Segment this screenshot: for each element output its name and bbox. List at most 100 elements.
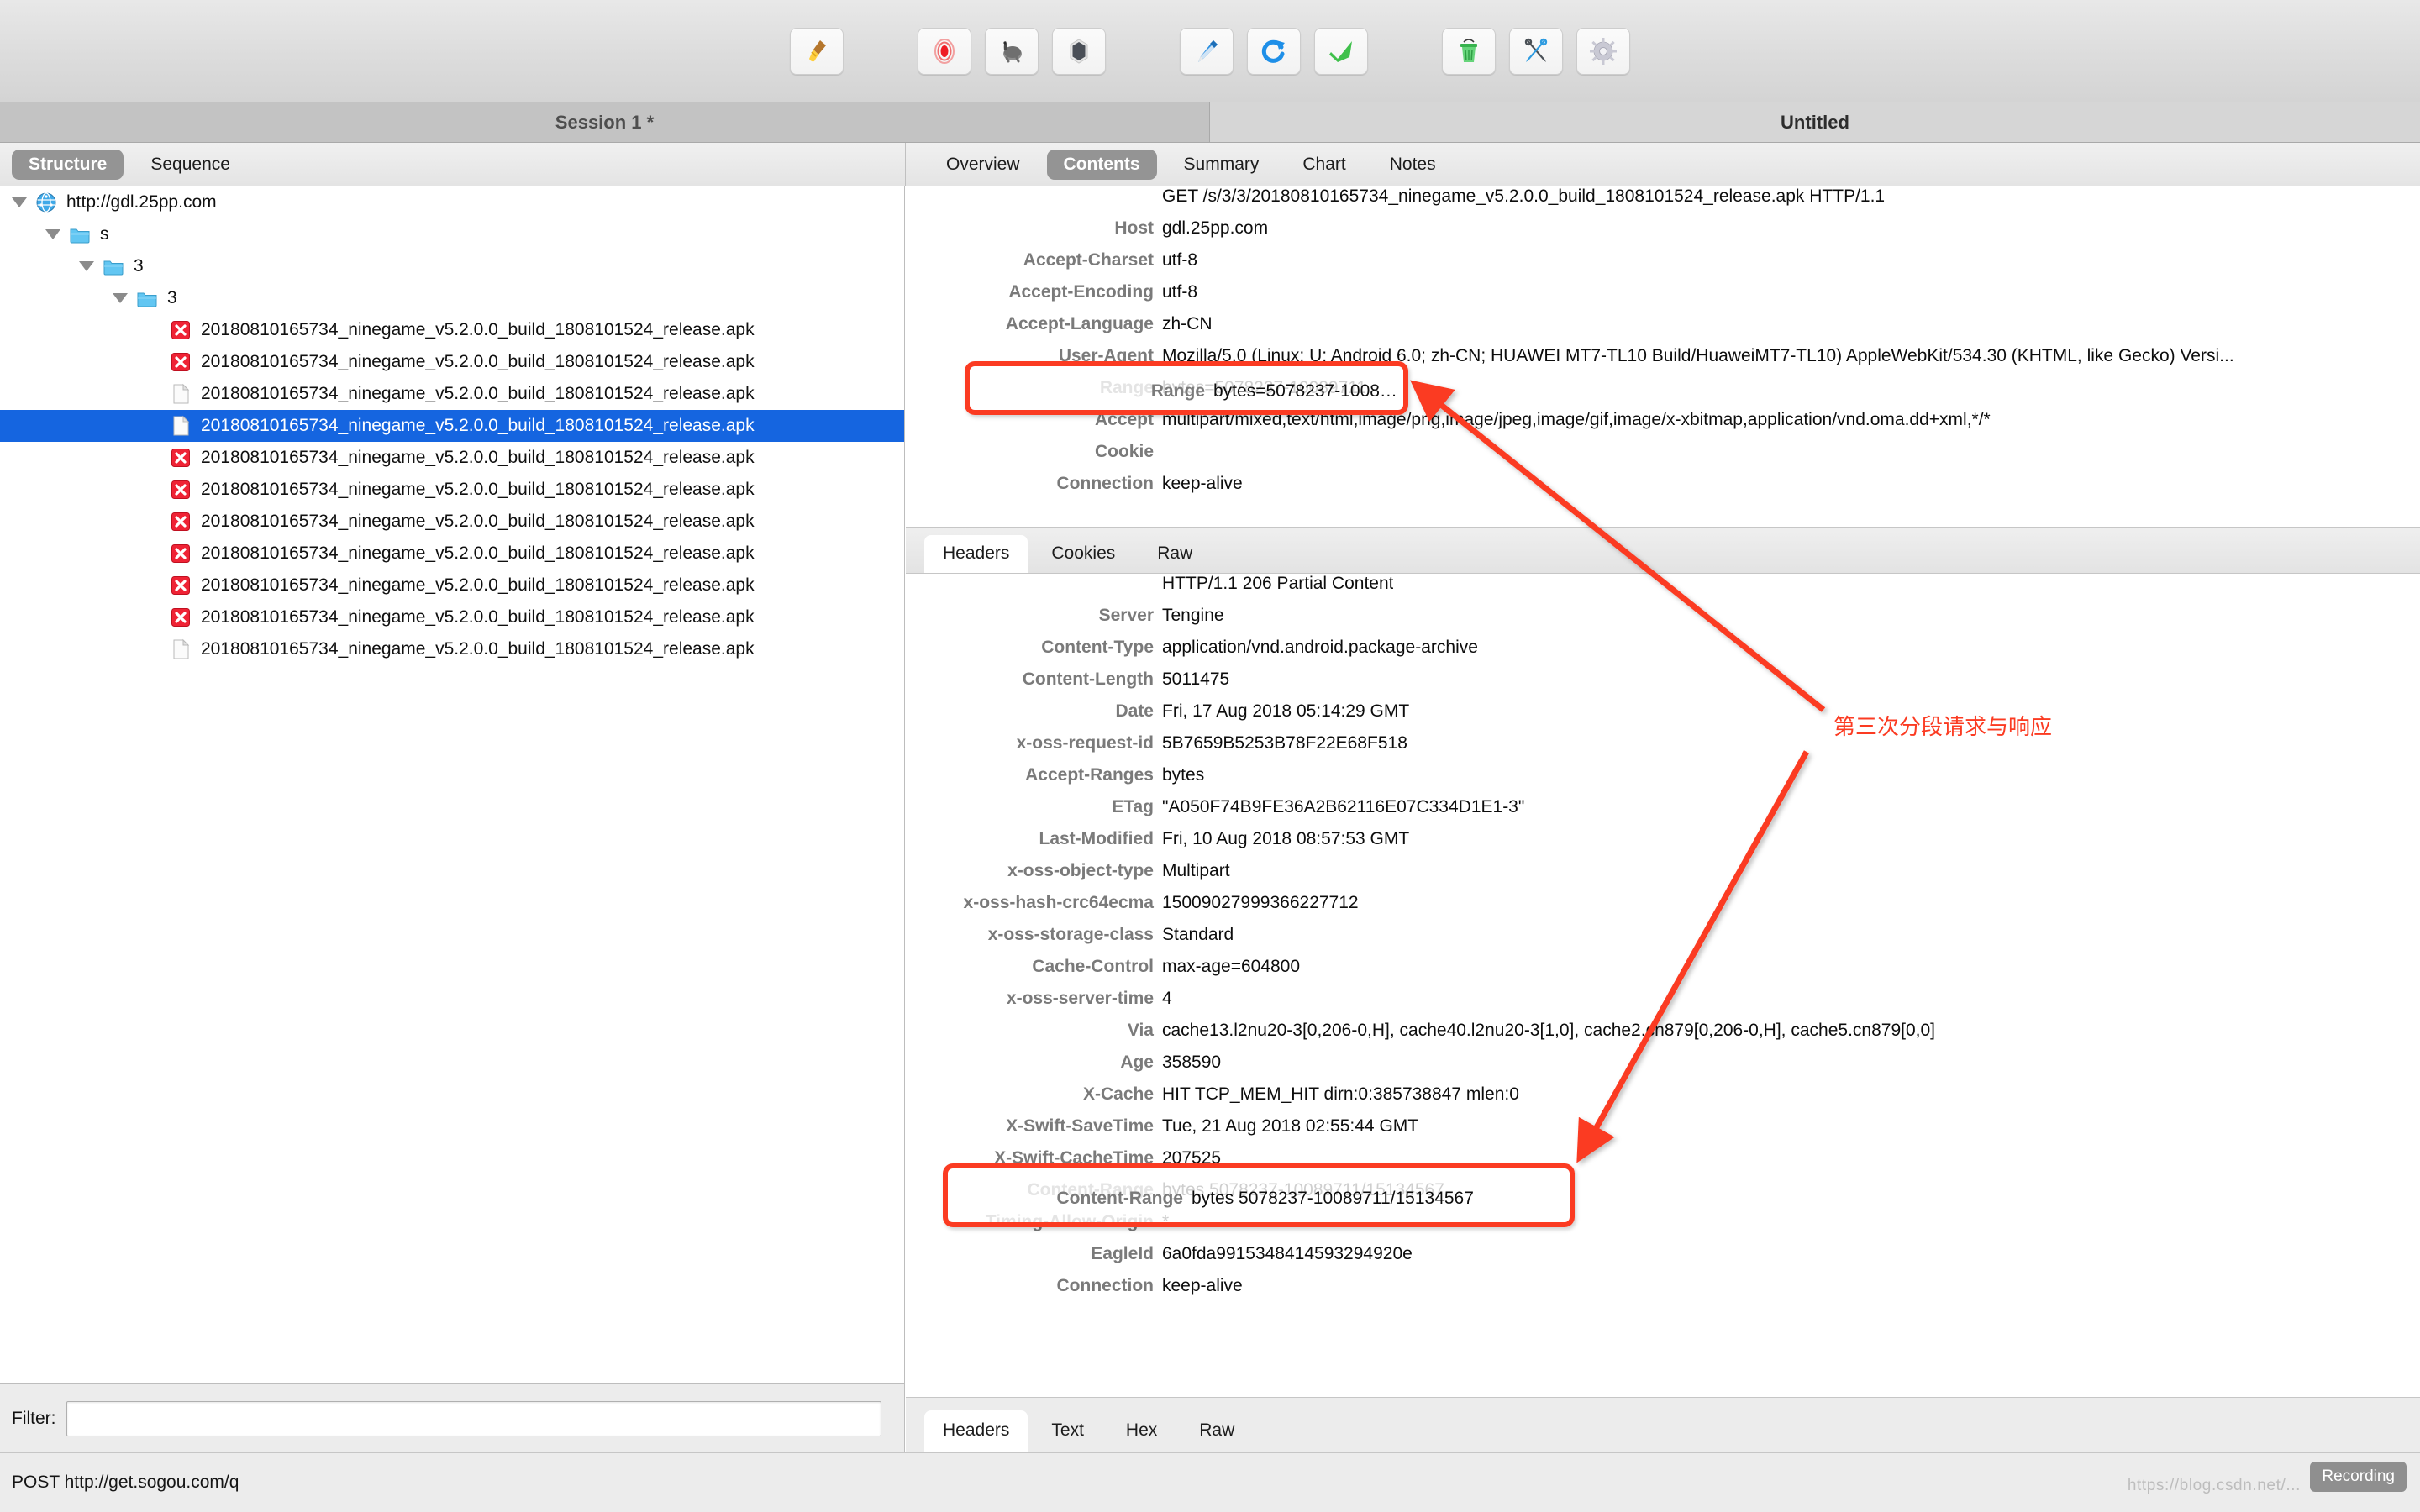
tree-row[interactable]: 20180810165734_ninegame_v5.2.0.0_build_1… <box>0 506 904 538</box>
header-row[interactable]: Accept-Ranges bytes <box>906 765 2420 797</box>
header-row[interactable]: x-oss-object-type Multipart <box>906 861 2420 893</box>
request-line-row: GET /s/3/3/20180810165734_ninegame_v5.2.… <box>906 186 2420 218</box>
breakpoints-button[interactable] <box>1052 27 1106 75</box>
record-button[interactable] <box>918 27 971 75</box>
folder-icon <box>136 287 158 309</box>
tree-row[interactable]: 20180810165734_ninegame_v5.2.0.0_build_1… <box>0 314 904 346</box>
session-tab-right[interactable]: Untitled <box>1210 102 2420 142</box>
compose-button[interactable] <box>1180 27 1234 75</box>
repeat-button[interactable] <box>1247 27 1301 75</box>
tab-sequence[interactable]: Sequence <box>134 150 247 180</box>
tools-button[interactable] <box>1509 27 1563 75</box>
error-icon <box>170 606 192 628</box>
header-row[interactable]: x-oss-server-time 4 <box>906 989 2420 1021</box>
header-row[interactable]: ETag "A050F74B9FE36A2B62116E07C334D1E1-3" <box>906 797 2420 829</box>
header-row[interactable]: Server Tengine <box>906 606 2420 638</box>
header-row[interactable]: Connection keep-alive <box>906 1276 2420 1308</box>
filter-input[interactable] <box>66 1400 881 1436</box>
chevron-down-icon[interactable] <box>113 293 128 303</box>
tree-row[interactable]: 3 <box>0 282 904 314</box>
tab-notes[interactable]: Notes <box>1373 150 1453 180</box>
resp-tab-headers[interactable]: Headers <box>924 535 1028 573</box>
tree-row[interactable]: 20180810165734_ninegame_v5.2.0.0_build_1… <box>0 570 904 601</box>
throttle-button[interactable] <box>985 27 1039 75</box>
body-tab-headers[interactable]: Headers <box>924 1410 1028 1452</box>
header-row[interactable]: X-Swift-SaveTime Tue, 21 Aug 2018 02:55:4… <box>906 1116 2420 1148</box>
tree-row[interactable]: s <box>0 218 904 250</box>
header-row[interactable]: x-oss-request-id 5B7659B5253B78F22E68F518 <box>906 733 2420 765</box>
header-row[interactable]: Accept-Encoding utf-8 <box>906 282 2420 314</box>
session-tree[interactable]: http://gdl.25pp.com s 3 3 20180810165734_nin… <box>0 186 905 1383</box>
tree-row[interactable]: 20180810165734_ninegame_v5.2.0.0_build_1… <box>0 538 904 570</box>
header-row[interactable]: Accept multipart/mixed,text/html,image/pn… <box>906 410 2420 442</box>
globe-icon <box>35 192 57 213</box>
header-row[interactable]: Cookie <box>906 442 2420 474</box>
body-tab-text[interactable]: Text <box>1033 1410 1102 1452</box>
header-row[interactable]: EagleId 6a0fda9915348414593294920e <box>906 1244 2420 1276</box>
tab-overview[interactable]: Overview <box>929 150 1037 180</box>
resp-tab-cookies[interactable]: Cookies <box>1033 535 1134 573</box>
header-value: * <box>1162 1212 1170 1231</box>
header-value: application/vnd.android.package-archive <box>1162 638 1478 657</box>
header-row[interactable]: Content-Range bytes 5078237-10089711/1513… <box>906 1180 2420 1212</box>
body-tab-hex[interactable]: Hex <box>1107 1410 1176 1452</box>
validate-button[interactable] <box>1314 27 1368 75</box>
chevron-down-icon[interactable] <box>79 261 94 271</box>
header-row[interactable]: Connection keep-alive <box>906 474 2420 506</box>
tree-row[interactable]: 3 <box>0 250 904 282</box>
tab-structure[interactable]: Structure <box>12 149 124 180</box>
tree-row-label: 20180810165734_ninegame_v5.2.0.0_build_1… <box>201 480 755 499</box>
header-row[interactable]: x-oss-storage-class Standard <box>906 925 2420 957</box>
body-tab-raw-label: Raw <box>1199 1420 1235 1440</box>
tree-row[interactable]: 20180810165734_ninegame_v5.2.0.0_build_1… <box>0 410 904 442</box>
header-value: max-age=604800 <box>1162 957 1301 976</box>
tab-chart[interactable]: Chart <box>1286 150 1362 180</box>
header-name: Content-Type <box>1041 638 1154 657</box>
header-row[interactable]: Age 358590 <box>906 1053 2420 1084</box>
response-headers-panel[interactable]: HTTP/1.1 206 Partial Content Server Tengin… <box>906 574 2420 1397</box>
header-row[interactable]: Date Fri, 17 Aug 2018 05:14:29 GMT <box>906 701 2420 733</box>
tab-summary-label: Summary <box>1183 154 1260 174</box>
recording-badge[interactable]: Recording <box>2310 1462 2407 1492</box>
tab-summary[interactable]: Summary <box>1167 150 1276 180</box>
tree-row[interactable]: 20180810165734_ninegame_v5.2.0.0_build_1… <box>0 442 904 474</box>
chevron-down-icon[interactable] <box>45 229 60 239</box>
trash-button[interactable] <box>1442 27 1496 75</box>
header-row[interactable]: Host gdl.25pp.com <box>906 218 2420 250</box>
file-icon <box>170 383 192 405</box>
resp-tab-raw[interactable]: Raw <box>1139 535 1211 573</box>
header-name: ETag <box>1112 797 1154 816</box>
header-row[interactable]: Timing-Allow-Origin * <box>906 1212 2420 1244</box>
header-row[interactable]: X-Swift-CacheTime 207525 <box>906 1148 2420 1180</box>
header-row[interactable]: Accept-Charset utf-8 <box>906 250 2420 282</box>
header-row[interactable]: Via cache13.l2nu20-3[0,206-0,H], cache40.… <box>906 1021 2420 1053</box>
chevron-down-icon[interactable] <box>12 197 27 207</box>
header-name: Connection <box>1056 1276 1155 1295</box>
tree-row[interactable]: 20180810165734_ninegame_v5.2.0.0_build_1… <box>0 474 904 506</box>
tree-row-label: 20180810165734_ninegame_v5.2.0.0_build_1… <box>201 320 755 339</box>
tree-row-label: s <box>100 224 109 244</box>
clear-session-button[interactable] <box>790 27 844 75</box>
tree-row[interactable]: 20180810165734_ninegame_v5.2.0.0_build_1… <box>0 601 904 633</box>
header-row[interactable]: Cache-Control max-age=604800 <box>906 957 2420 989</box>
tree-row[interactable]: 20180810165734_ninegame_v5.2.0.0_build_1… <box>0 633 904 665</box>
tree-row[interactable]: 20180810165734_ninegame_v5.2.0.0_build_1… <box>0 346 904 378</box>
gear-icon[interactable] <box>1576 27 1630 75</box>
request-headers-panel[interactable]: GET /s/3/3/20180810165734_ninegame_v5.2.… <box>906 186 2420 527</box>
header-row[interactable]: Accept-Language zh-CN <box>906 314 2420 346</box>
tree-row-label: 20180810165734_ninegame_v5.2.0.0_build_1… <box>201 639 755 659</box>
header-row[interactable]: Last-Modified Fri, 10 Aug 2018 08:57:53 G… <box>906 829 2420 861</box>
header-row[interactable]: Content-Type application/vnd.android.pack… <box>906 638 2420 669</box>
tab-contents[interactable]: Contents <box>1046 149 1157 180</box>
tree-row[interactable]: 20180810165734_ninegame_v5.2.0.0_build_1… <box>0 378 904 410</box>
header-name: Via <box>1127 1021 1154 1040</box>
tree-row[interactable]: http://gdl.25pp.com <box>0 186 904 218</box>
header-row[interactable]: Range bytes=5078237-10089711 <box>906 378 2420 410</box>
session-tab-left[interactable]: Session 1 * <box>0 102 1210 142</box>
header-row[interactable]: X-Cache HIT TCP_MEM_HIT dirn:0:385738847 … <box>906 1084 2420 1116</box>
body-tab-raw[interactable]: Raw <box>1181 1410 1253 1452</box>
header-name: Server <box>1098 606 1154 625</box>
header-row[interactable]: x-oss-hash-crc64ecma 15009027999366227712 <box>906 893 2420 925</box>
header-row[interactable]: Content-Length 5011475 <box>906 669 2420 701</box>
header-row[interactable]: User-Agent Mozilla/5.0 (Linux; U; Android… <box>906 346 2420 378</box>
